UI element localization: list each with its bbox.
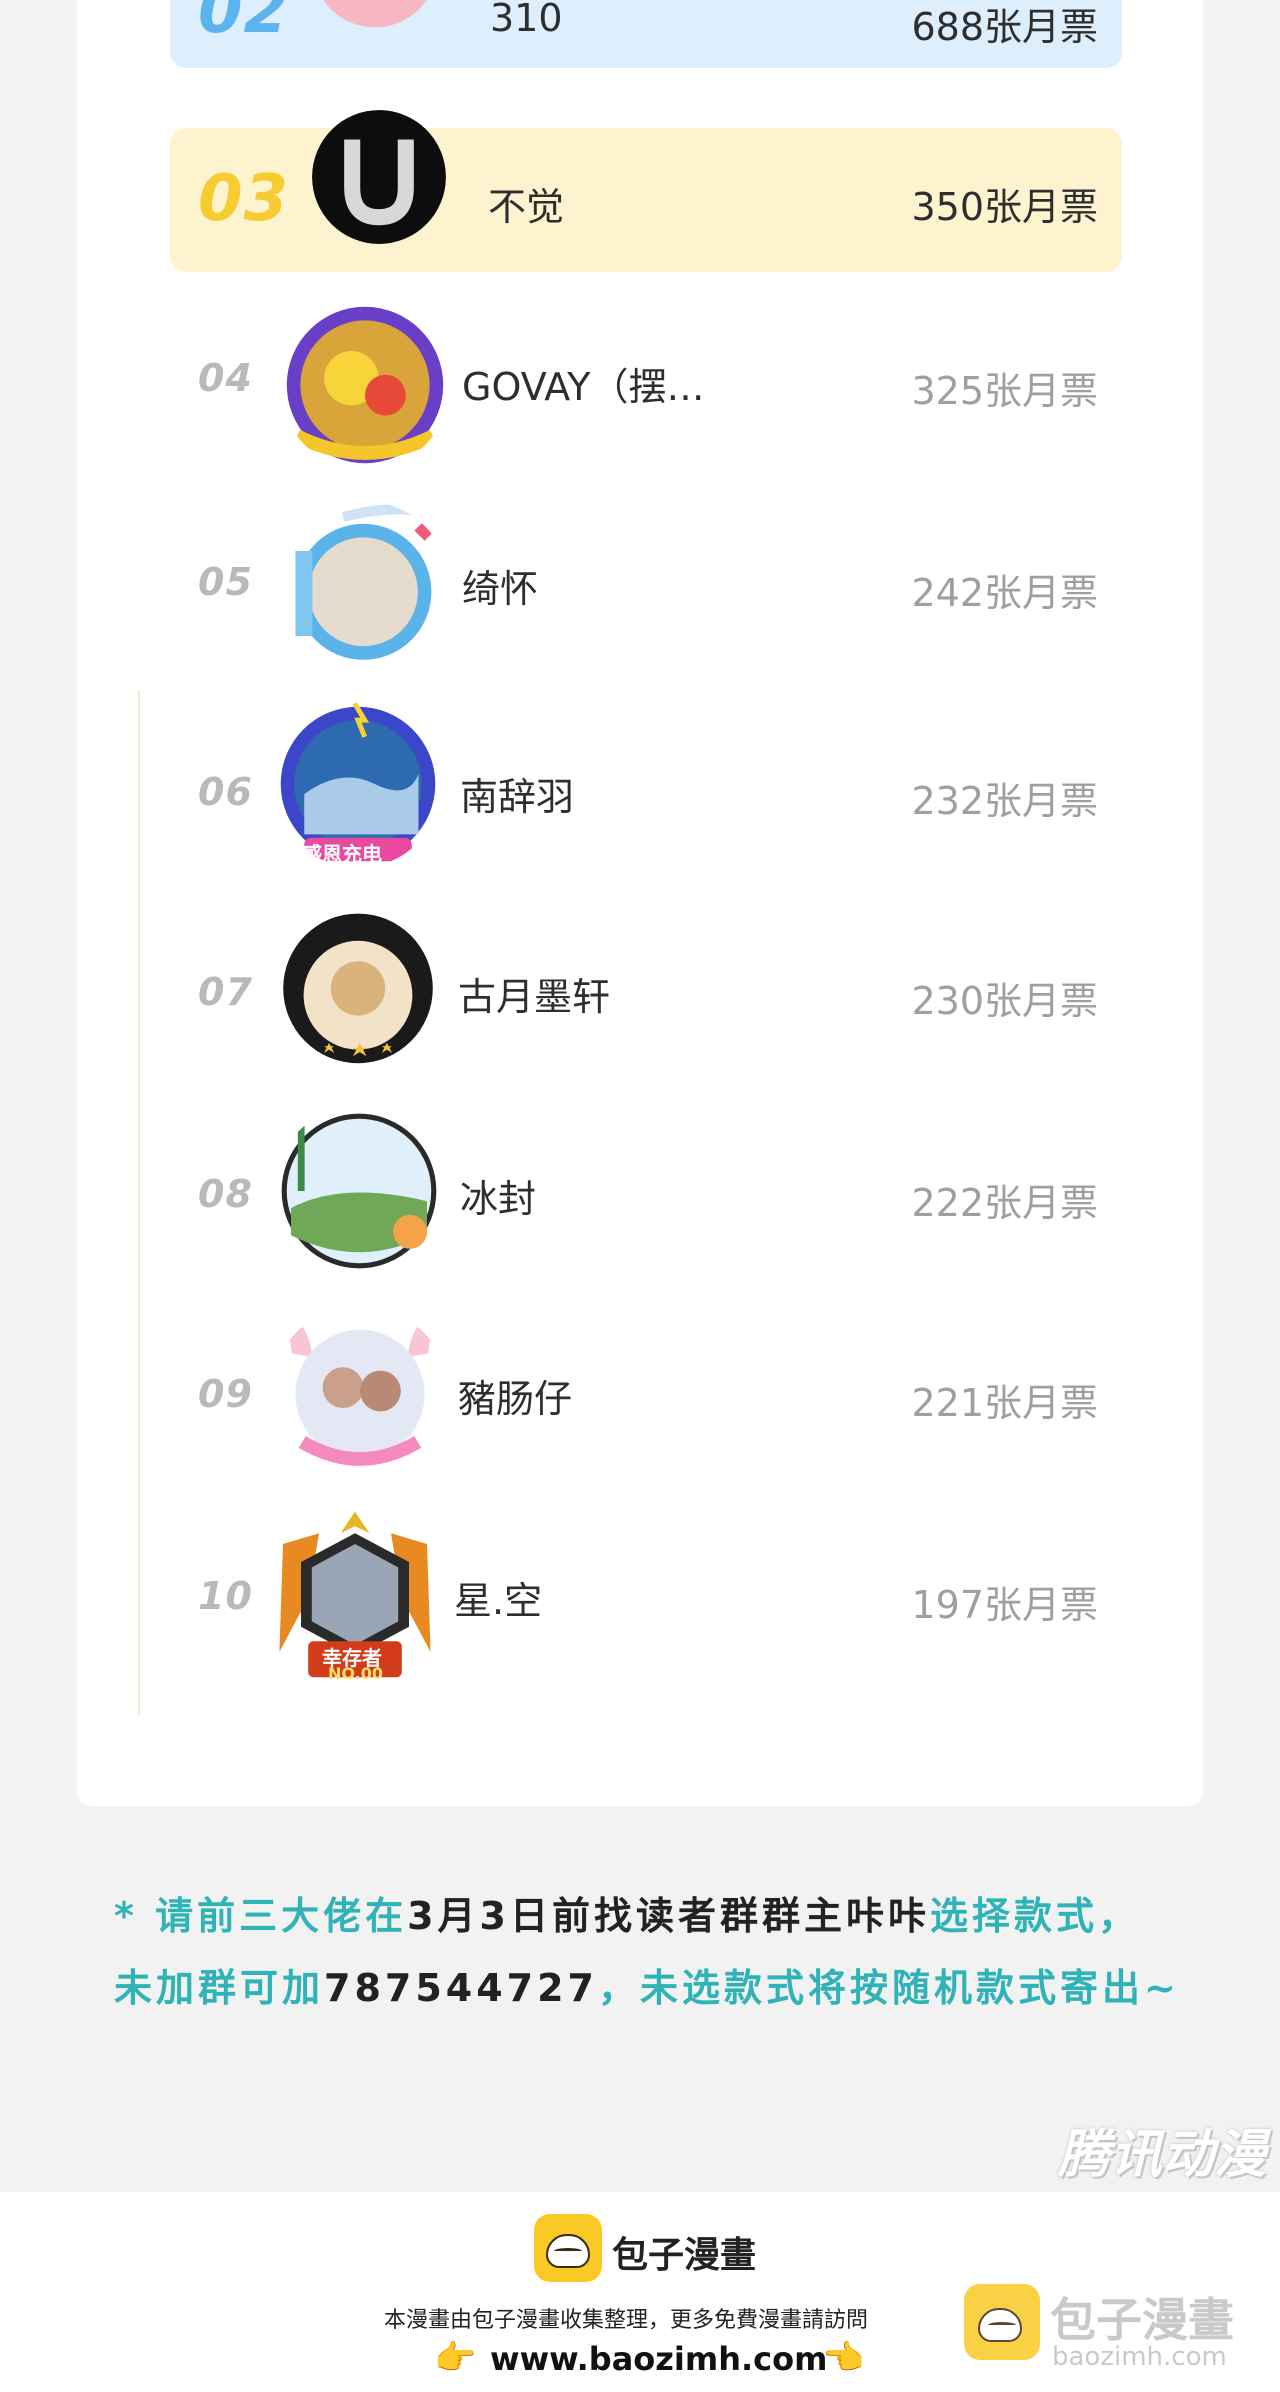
ranking-row-08[interactable]: 08 冰封 222张月票 bbox=[170, 1106, 1122, 1276]
baozi-footer: 包子漫畫 本漫畫由包子漫畫收集整理，更多免費漫畫請訪問 👉 www.baozim… bbox=[0, 2192, 1280, 2392]
notice-line-1: * 请前三大佬在3月3日前找读者群群主咔咔选择款式， bbox=[114, 1894, 1141, 1938]
badge-label: NO.00 bbox=[328, 1664, 383, 1683]
vote-count: 325张月票 bbox=[911, 369, 1098, 413]
rank-number: 03 bbox=[198, 162, 290, 236]
baozi-corner-logo-icon bbox=[964, 2284, 1040, 2360]
pointing-left-icon: 👈 bbox=[822, 2338, 865, 2378]
user-name: 绮怀 bbox=[462, 567, 539, 611]
corner-brand: 包子漫畫 bbox=[1050, 2293, 1234, 2347]
rank-number: 04 bbox=[198, 356, 253, 400]
landscape-frame-avatar-icon bbox=[281, 1113, 437, 1269]
user-name: 古月墨轩 bbox=[458, 975, 611, 1019]
rank-number: 02 bbox=[198, 0, 290, 48]
penguin-frame-avatar-icon bbox=[278, 913, 438, 1064]
vote-count: 222张月票 bbox=[911, 1181, 1098, 1225]
tencent-comic-watermark: 腾讯动漫 bbox=[1058, 2125, 1267, 2185]
prize-notice: * 请前三大佬在3月3日前找读者群群主咔咔选择款式， 未加群可加78754472… bbox=[114, 1880, 1224, 2024]
bunny-ears-frame-avatar-icon bbox=[285, 1312, 435, 1466]
footer-subtitle: 本漫畫由包子漫畫收集整理，更多免費漫畫請訪問 bbox=[384, 2308, 869, 2333]
rank-number: 05 bbox=[198, 560, 253, 604]
ranking-row-10[interactable]: 10 幸存者 NO.00 星.空 197张月票 bbox=[170, 1508, 1122, 1688]
ranking-row-07[interactable]: 07 古月墨轩 230张月票 bbox=[170, 900, 1122, 1080]
user-name: GOVAY（摆… bbox=[462, 365, 705, 409]
ranking-row-06[interactable]: 06 感恩充电 南辞羽 232张月票 bbox=[170, 700, 1122, 880]
user-name: 星.空 bbox=[454, 1579, 543, 1623]
vote-count: 197张月票 bbox=[911, 1583, 1098, 1627]
vote-count: 232张月票 bbox=[911, 779, 1098, 823]
winged-frame-avatar-icon bbox=[295, 504, 445, 660]
ranking-row-02[interactable]: 02 310 688张月票 bbox=[170, 0, 1122, 68]
letter-u-avatar-icon bbox=[312, 110, 446, 244]
rank-number: 07 bbox=[198, 970, 253, 1014]
vote-count: 230张月票 bbox=[911, 979, 1098, 1023]
ranking-row-04[interactable]: 04 GOVAY（摆… 325张月票 bbox=[170, 300, 1122, 470]
badge-label: 感恩充电 bbox=[302, 842, 382, 866]
ranking-row-09[interactable]: 09 豬肠仔 221张月票 bbox=[170, 1306, 1122, 1476]
vote-count: 688张月票 bbox=[911, 5, 1098, 49]
ranking-row-03[interactable]: 03 不觉 350张月票 bbox=[170, 110, 1122, 272]
pointing-right-icon: 👉 bbox=[434, 2338, 477, 2378]
rank-number: 10 bbox=[198, 1574, 253, 1618]
rank-number: 08 bbox=[198, 1172, 253, 1216]
user-name: 豬肠仔 bbox=[458, 1377, 573, 1421]
footer-url-link[interactable]: www.baozimh.com bbox=[490, 2340, 827, 2378]
user-name: 310 bbox=[490, 0, 563, 40]
vote-count: 350张月票 bbox=[911, 185, 1098, 229]
footer-brand[interactable]: 包子漫畫 bbox=[612, 2226, 756, 2278]
rank-number: 09 bbox=[198, 1372, 253, 1416]
user-name: 冰封 bbox=[460, 1177, 537, 1221]
user-name: 南辞羽 bbox=[460, 775, 575, 819]
notice-line-2: 未加群可加787544727，未选款式将按随机款式寄出~ bbox=[114, 1966, 1180, 2010]
vote-count: 221张月票 bbox=[911, 1381, 1098, 1425]
baozi-logo-icon bbox=[534, 2214, 602, 2282]
corner-url: baozimh.com bbox=[1052, 2342, 1227, 2372]
rank-number: 06 bbox=[198, 770, 253, 814]
pink-pig-avatar-icon bbox=[323, 0, 427, 28]
pikachu-frame-avatar-icon bbox=[286, 306, 444, 464]
ranking-row-05[interactable]: 05 绮怀 242张月票 bbox=[170, 500, 1122, 670]
vote-count: 242张月票 bbox=[911, 571, 1098, 615]
timeline-divider bbox=[138, 690, 140, 1715]
user-name: 不觉 bbox=[488, 185, 565, 229]
